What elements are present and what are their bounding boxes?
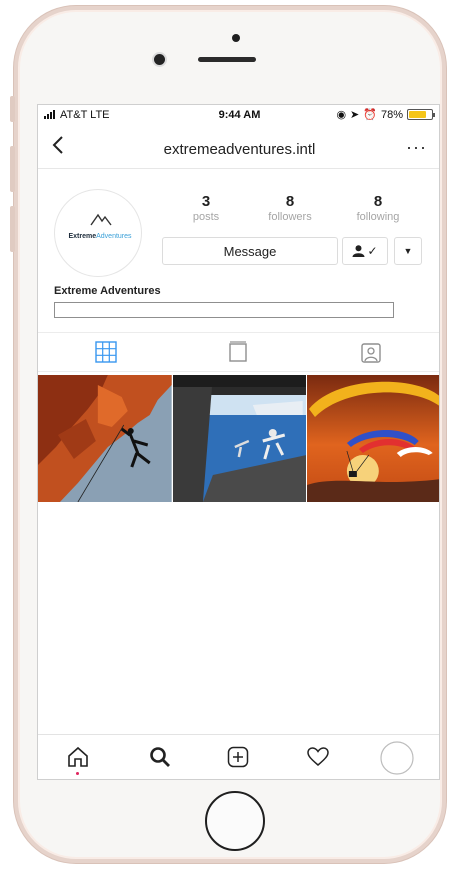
lock-rotation-icon: ◉ <box>336 109 347 121</box>
tagged-icon <box>361 343 381 363</box>
nav-new-post[interactable] <box>226 745 250 774</box>
stat-count: 8 <box>373 193 383 210</box>
nav-home[interactable] <box>66 745 90 774</box>
logo-word-adventures: Adventures <box>96 233 132 240</box>
skydivers-photo <box>172 375 307 502</box>
home-icon <box>68 746 88 767</box>
phone-sensor <box>232 34 240 42</box>
mountain-logo-icon <box>90 213 112 226</box>
tab-feed[interactable] <box>228 341 248 368</box>
profile-tabs <box>38 332 439 372</box>
suggested-dropdown-button[interactable]: ▼ <box>394 237 422 265</box>
post-skydivers[interactable] <box>172 375 307 502</box>
add-post-icon <box>227 746 249 768</box>
phone-mute-switch <box>10 96 15 122</box>
avatar-logo-text: ExtremeAdventures <box>59 233 141 240</box>
bottom-nav-bar <box>38 734 439 779</box>
climber-photo <box>38 375 172 502</box>
page-title: extremeadventures.intl <box>163 141 316 158</box>
stat-label: following <box>356 211 400 223</box>
profile-avatar-icon <box>380 741 414 775</box>
message-button[interactable]: Message <box>162 237 338 265</box>
search-icon <box>150 747 170 767</box>
profile-avatar[interactable]: ExtremeAdventures <box>54 189 142 277</box>
grid-icon <box>95 341 117 363</box>
stat-following[interactable]: 8 following <box>338 193 418 223</box>
post-climber[interactable] <box>38 375 172 502</box>
bio-field <box>54 302 394 318</box>
stat-posts[interactable]: 3 posts <box>166 193 246 223</box>
post-paragliders[interactable] <box>307 375 439 502</box>
location-icon: ➤ <box>350 109 360 121</box>
phone-volume-up <box>10 146 15 192</box>
paragliders-photo <box>307 375 439 502</box>
nav-profile[interactable] <box>380 741 414 779</box>
profile-header: extremeadventures.intl ··· <box>38 129 439 169</box>
phone-screen: AT&T LTE 9:44 AM ◉ ➤ ⏰ 78% extremeadvent… <box>37 104 440 780</box>
stat-count: 3 <box>201 193 211 210</box>
status-right: ◉ ➤ ⏰ 78% <box>336 108 435 121</box>
feed-icon <box>229 341 247 362</box>
profile-name: Extreme Adventures <box>54 285 161 297</box>
stat-followers[interactable]: 8 followers <box>250 193 330 223</box>
nav-search[interactable] <box>148 745 172 774</box>
post-grid <box>38 375 439 502</box>
following-button[interactable]: ✓ <box>342 237 388 265</box>
logo-word-extreme: Extreme <box>68 233 97 240</box>
person-icon <box>352 245 365 257</box>
tab-grid[interactable] <box>95 341 117 368</box>
notification-dot <box>76 772 79 775</box>
phone-speaker <box>198 57 256 62</box>
more-options-button[interactable]: ··· <box>406 137 427 158</box>
battery-percent: 78% <box>380 108 403 121</box>
tab-tagged[interactable] <box>360 341 382 368</box>
heart-icon <box>307 747 329 766</box>
status-bar: AT&T LTE 9:44 AM ◉ ➤ ⏰ 78% <box>38 105 439 127</box>
check-icon: ✓ <box>367 244 378 258</box>
phone-home-button[interactable] <box>205 791 265 851</box>
alarm-icon: ⏰ <box>363 109 377 121</box>
battery-icon <box>407 109 435 120</box>
phone-volume-down <box>10 206 15 252</box>
stat-label: followers <box>268 211 312 223</box>
phone-front-camera <box>154 54 165 65</box>
stat-count: 8 <box>285 193 295 210</box>
nav-activity[interactable] <box>306 745 330 774</box>
stat-label: posts <box>192 211 220 223</box>
chevron-down-icon: ▼ <box>403 246 413 256</box>
